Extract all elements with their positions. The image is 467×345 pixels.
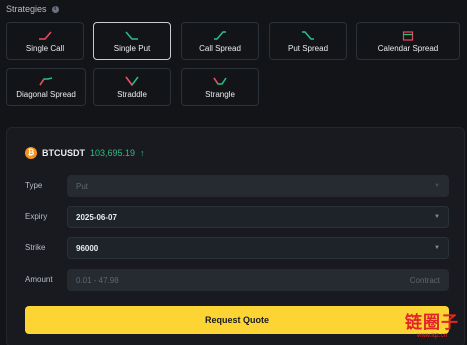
strategy-straddle[interactable]: Straddle [93,68,171,106]
request-quote-button[interactable]: Request Quote [25,306,449,334]
strike-value: 96000 [76,243,99,253]
call-spread-icon [214,31,226,40]
strategy-label: Single Call [25,44,65,53]
strategy-single-call[interactable]: Single Call [6,22,84,60]
info-icon[interactable]: i [51,5,59,13]
ticker: ₿ BTCUSDT 103,695.19 ↑ [25,147,145,159]
strangle-icon [213,77,227,85]
straddle-icon [125,76,139,86]
watermark-logo: 链圈子 [405,313,459,332]
strategy-strangle[interactable]: Strangle [181,68,259,106]
calendar-spread-icon [402,31,414,41]
expiry-select[interactable]: 2025-06-07 ▼ [67,206,449,228]
ticker-symbol: BTCUSDT [42,148,85,158]
strategy-label: Calendar Spread [377,44,439,53]
strategy-label: Call Spread [199,44,241,53]
chevron-down-icon: ▼ [434,214,440,220]
amount-input[interactable]: 0.01 - 47.98 Contract [67,269,449,291]
strategy-calendar-spread[interactable]: Calendar Spread [356,22,460,60]
strategy-put-spread[interactable]: Put Spread [269,22,347,60]
diagonal-spread-icon [39,77,53,86]
chevron-down-icon: ▼ [434,245,440,251]
btc-coin-icon: ₿ [25,147,37,159]
watermark-url: www.lqz.cn [416,333,447,339]
strike-label: Strike [25,243,46,252]
type-select[interactable]: Put ▼ [67,175,449,197]
strategy-diagonal-spread[interactable]: Diagonal Spread [6,68,86,106]
single-call-icon [39,31,52,40]
type-label: Type [25,181,43,190]
type-value: Put [76,181,89,191]
ticker-price: 103,695.19 [90,148,136,158]
strategy-label: Diagonal Spread [16,90,76,99]
strategies-header: Strategies i [6,4,59,14]
chevron-down-icon: ▼ [434,183,440,189]
strategy-single-put[interactable]: Single Put [93,22,171,60]
strategy-call-spread[interactable]: Call Spread [181,22,259,60]
put-spread-icon [302,31,314,40]
amount-unit: Contract [409,275,440,285]
amount-placeholder: 0.01 - 47.98 [76,275,119,285]
strategy-label: Put Spread [287,44,329,53]
strategy-label: Single Put [113,44,151,53]
price-up-arrow-icon: ↑ [140,148,145,158]
amount-label: Amount [25,275,53,284]
strategy-label: Strangle [205,90,235,99]
strategies-title: Strategies [6,4,47,14]
strategy-label: Straddle [117,90,147,99]
single-put-icon [125,31,138,40]
strike-select[interactable]: 96000 ▼ [67,237,449,259]
watermark: 链圈子 www.lqz.cn [405,308,459,339]
expiry-label: Expiry [25,212,48,221]
expiry-value: 2025-06-07 [76,212,117,222]
